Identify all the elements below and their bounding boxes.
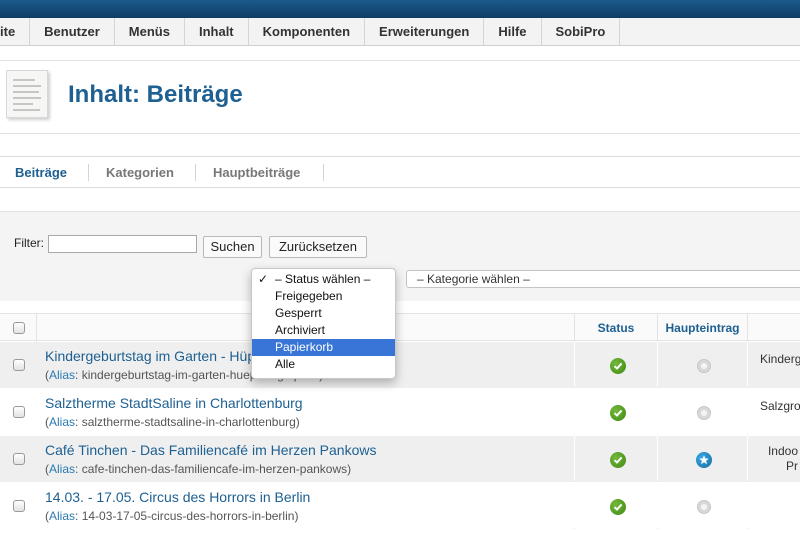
menu-item-site[interactable]: ite [0, 18, 31, 46]
menu-item-content[interactable]: Inhalt [185, 18, 249, 46]
category-cell: Indoo Pr [748, 436, 800, 482]
status-option-unpublished[interactable]: Gesperrt [252, 305, 395, 322]
status-cell [575, 436, 657, 482]
column-divider [747, 314, 748, 342]
alias-value: 14-03-17-05-circus-des-horrors-in-berlin [81, 509, 295, 523]
alias-label: Alias [49, 368, 76, 382]
published-check-icon[interactable] [610, 452, 626, 468]
status-option-published[interactable]: Freigegeben [252, 288, 395, 305]
table-row: 14.03. - 17.05. Circus des Horrors in Be… [0, 483, 800, 529]
page-header: Inhalt: Beiträge [0, 60, 800, 134]
article-alias: (Alias: salztherme-stadtsaline-in-charlo… [45, 415, 300, 429]
published-check-icon[interactable] [610, 405, 626, 421]
submenu-tabs: Beiträge Kategorien Hauptbeiträge [0, 156, 800, 188]
article-title-link[interactable]: Kindergeburtstag im Garten - Hüpf [45, 348, 259, 364]
row-checkbox-cell [0, 389, 36, 435]
article-alias: (Alias: cafe-tinchen-das-familiencafe-im… [45, 462, 352, 476]
row-checkbox-cell [0, 342, 36, 388]
category-cell: Salzgro [748, 389, 800, 435]
row-checkbox[interactable] [13, 359, 25, 371]
published-check-icon[interactable] [610, 358, 626, 374]
menu-item-sobipro[interactable]: SobiPro [542, 18, 621, 46]
title-cell: Salztherme StadtSaline in Charlottenburg… [36, 389, 574, 435]
search-button[interactable]: Suchen [203, 236, 262, 258]
article-alias: (Alias: 14-03-17-05-circus-des-horrors-i… [45, 509, 299, 523]
filter-label: Filter: [14, 236, 44, 250]
menu-item-help[interactable]: Hilfe [484, 18, 542, 46]
status-option-all[interactable]: Alle [252, 356, 395, 373]
table-row: Kindergeburtstag im Garten - Hüpf (Alias… [0, 342, 800, 388]
featured-star-icon[interactable] [696, 452, 712, 468]
filter-search-input[interactable] [48, 235, 197, 253]
page-title: Inhalt: Beiträge [68, 81, 243, 108]
status-cell [575, 483, 657, 529]
category-text: Kinderg [760, 352, 800, 366]
articles-icon [6, 70, 48, 118]
tab-categories[interactable]: Kategorien [106, 165, 174, 180]
status-dropdown-menu: ✓ – Status wählen – Freigegeben Gesperrt … [251, 268, 396, 379]
table-row: Café Tinchen - Das Familiencafé im Herze… [0, 436, 800, 482]
tab-divider [88, 164, 89, 181]
tab-divider [195, 164, 196, 181]
published-check-icon[interactable] [610, 499, 626, 515]
category-text: Salzgro [760, 399, 800, 413]
article-title-link[interactable]: Salztherme StadtSaline in Charlottenburg [45, 395, 303, 411]
status-option-trashed[interactable]: Papierkorb [252, 339, 395, 356]
row-checkbox[interactable] [13, 500, 25, 512]
tab-divider [323, 164, 324, 181]
status-option-choose[interactable]: ✓ – Status wählen – [252, 271, 395, 288]
table-header: Status Haupteintrag [0, 313, 800, 342]
column-divider [36, 314, 37, 342]
alias-value: salztherme-stadtsaline-in-charlottenburg [81, 415, 296, 429]
title-cell: Café Tinchen - Das Familiencafé im Herze… [36, 436, 574, 482]
title-cell: 14.03. - 17.05. Circus des Horrors in Be… [36, 483, 574, 529]
alias-label: Alias [49, 509, 76, 523]
row-checkbox-cell [0, 436, 36, 482]
featured-cell [658, 389, 747, 435]
not-featured-icon[interactable] [697, 500, 711, 514]
select-all-checkbox[interactable] [13, 322, 25, 334]
status-cell [575, 342, 657, 388]
category-cell [748, 483, 800, 529]
featured-cell [658, 342, 747, 388]
admin-top-bar [0, 0, 800, 18]
menu-item-menus[interactable]: Menüs [115, 18, 185, 46]
category-cell: Kinderg [748, 342, 800, 388]
main-menu-bar: ite Benutzer Menüs Inhalt Komponenten Er… [0, 18, 800, 46]
not-featured-icon[interactable] [697, 406, 711, 420]
featured-cell [658, 483, 747, 529]
alias-value: cafe-tinchen-das-familiencafe-im-herzen-… [81, 462, 348, 476]
not-featured-icon[interactable] [697, 359, 711, 373]
tab-articles[interactable]: Beiträge [15, 165, 67, 180]
checkmark-icon: ✓ [258, 272, 269, 286]
row-checkbox[interactable] [13, 453, 25, 465]
status-option-archived[interactable]: Archiviert [252, 322, 395, 339]
article-title-link[interactable]: Café Tinchen - Das Familiencafé im Herze… [45, 442, 376, 458]
option-label: – Status wählen – [275, 272, 371, 286]
article-title-link[interactable]: 14.03. - 17.05. Circus des Horrors in Be… [45, 489, 310, 505]
alias-label: Alias [49, 462, 76, 476]
menu-item-extensions[interactable]: Erweiterungen [365, 18, 485, 46]
featured-cell [658, 436, 747, 482]
category-text: Indoo Pr [767, 444, 798, 473]
status-cell [575, 389, 657, 435]
tab-featured-articles[interactable]: Hauptbeiträge [213, 165, 300, 180]
alias-label: Alias [49, 415, 76, 429]
column-featured[interactable]: Haupteintrag [658, 314, 747, 342]
menu-item-users[interactable]: Benutzer [30, 18, 115, 46]
menu-item-components[interactable]: Komponenten [249, 18, 366, 46]
row-checkbox-cell [0, 483, 36, 529]
reset-button[interactable]: Zurücksetzen [269, 236, 367, 258]
row-checkbox[interactable] [13, 406, 25, 418]
column-status[interactable]: Status [575, 314, 657, 342]
table-row: Salztherme StadtSaline in Charlottenburg… [0, 389, 800, 435]
category-select[interactable]: – Kategorie wählen – [406, 270, 800, 288]
